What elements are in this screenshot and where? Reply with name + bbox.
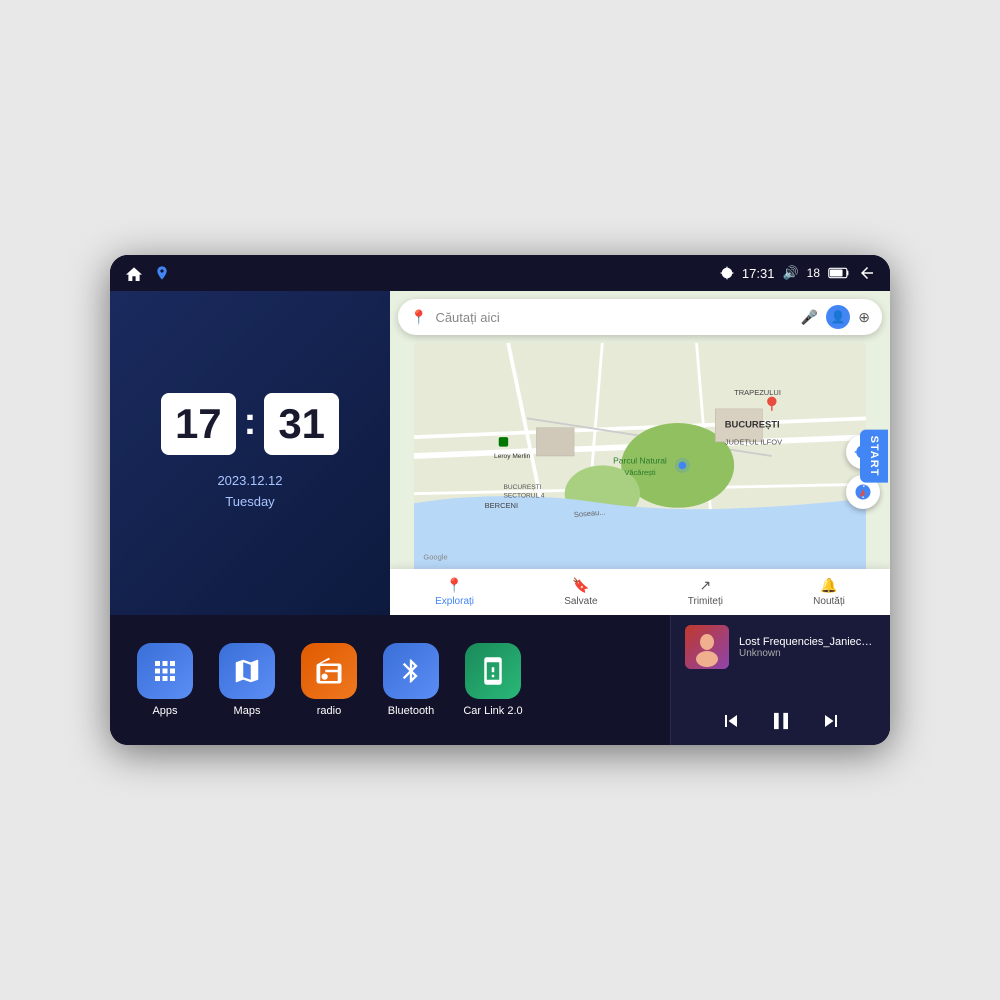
status-right: 17:31 🔊 18 — [720, 265, 876, 281]
apps-symbol-icon — [150, 656, 180, 686]
clock-day-text: Tuesday — [217, 492, 282, 513]
clock-date: 2023.12.12 Tuesday — [217, 471, 282, 513]
svg-text:SECTORUL 4: SECTORUL 4 — [503, 492, 544, 499]
app-icon-carlink[interactable]: Car Link 2.0 — [458, 643, 528, 717]
map-nav-saved-label: Salvate — [564, 596, 597, 607]
battery-level: 18 — [807, 266, 820, 280]
carlink-icon-box — [465, 643, 521, 699]
music-info: Lost Frequencies_Janieck Devy-... Unknow… — [685, 625, 876, 669]
map-nav-explore[interactable]: 📍 Explorați — [435, 577, 474, 607]
gps-icon — [720, 266, 734, 280]
music-player: Lost Frequencies_Janieck Devy-... Unknow… — [670, 615, 890, 745]
mic-icon[interactable]: 🎤 — [801, 309, 818, 326]
svg-text:JUDEȚUL ILFOV: JUDEȚUL ILFOV — [725, 438, 782, 447]
saved-icon: 🔖 — [572, 577, 589, 594]
map-bottom-bar: 📍 Explorați 🔖 Salvate ↗ Trimiteți 🔔 — [390, 569, 890, 615]
home-icon[interactable] — [124, 265, 144, 281]
bluetooth-symbol-icon — [397, 657, 425, 685]
next-button[interactable] — [819, 709, 843, 733]
start-navigation-button[interactable]: START — [860, 430, 888, 483]
svg-text:Văcărești: Văcărești — [624, 468, 656, 477]
play-pause-button[interactable] — [767, 707, 795, 735]
clock-widget: 17 : 31 2023.12.12 Tuesday — [110, 291, 390, 615]
news-icon: 🔔 — [820, 577, 837, 594]
map-nav-send[interactable]: ↗ Trimiteți — [688, 577, 723, 607]
music-details: Lost Frequencies_Janieck Devy-... Unknow… — [739, 636, 876, 659]
screen: 17:31 🔊 18 — [110, 255, 890, 745]
clock-minute: 31 — [278, 400, 325, 447]
layers-icon[interactable]: ⊕ — [858, 309, 870, 326]
map-nav-news-label: Noutăți — [813, 596, 845, 607]
device-frame: 17:31 🔊 18 — [110, 255, 890, 745]
svg-text:Parcul Natural: Parcul Natural — [613, 456, 667, 466]
main-content: 17 : 31 2023.12.12 Tuesday — [110, 291, 890, 745]
maps-symbol-icon — [232, 656, 262, 686]
status-bar: 17:31 🔊 18 — [110, 255, 890, 291]
explore-icon: 📍 — [446, 577, 463, 594]
carlink-symbol-icon — [478, 656, 508, 686]
battery-icon — [828, 267, 850, 279]
music-title: Lost Frequencies_Janieck Devy-... — [739, 636, 876, 648]
radio-label: radio — [317, 705, 341, 717]
clock-colon: : — [244, 401, 257, 444]
clock-minute-block: 31 — [264, 393, 339, 455]
upper-section: 17 : 31 2023.12.12 Tuesday — [110, 291, 890, 615]
bluetooth-icon-box — [383, 643, 439, 699]
status-left — [124, 264, 170, 282]
map-svg: Soseau... Parcul Natural Văcărești Googl… — [390, 343, 890, 569]
music-thumbnail — [685, 625, 729, 669]
map-search-placeholder[interactable]: Căutați aici — [435, 310, 792, 325]
apps-icon-box — [137, 643, 193, 699]
music-artist: Unknown — [739, 648, 876, 659]
map-search-pin-icon: 📍 — [410, 309, 427, 326]
map-content-area: Soseau... Parcul Natural Văcărești Googl… — [390, 343, 890, 569]
map-nav-explore-label: Explorați — [435, 596, 474, 607]
clock-display: 17 : 31 — [161, 393, 339, 455]
map-pin-icon — [154, 264, 170, 282]
svg-text:BERCENI: BERCENI — [485, 501, 518, 510]
svg-text:TRAPEZULUI: TRAPEZULUI — [734, 388, 781, 397]
svg-text:BUCUREȘTI: BUCUREȘTI — [725, 419, 780, 430]
time-display: 17:31 — [742, 266, 775, 281]
radio-icon-box — [301, 643, 357, 699]
app-icon-radio[interactable]: radio — [294, 643, 364, 717]
account-icon[interactable]: 👤 — [826, 305, 850, 329]
map-search-bar[interactable]: 📍 Căutați aici 🎤 👤 ⊕ — [398, 299, 882, 335]
app-icon-bluetooth[interactable]: Bluetooth — [376, 643, 446, 717]
apps-label: Apps — [152, 705, 177, 717]
svg-text:BUCUREȘTI: BUCUREȘTI — [503, 484, 541, 491]
app-icons-area: Apps Maps — [110, 615, 670, 745]
map-nav-saved[interactable]: 🔖 Salvate — [564, 577, 597, 607]
music-controls — [685, 707, 876, 735]
map-search-icons: 🎤 👤 ⊕ — [801, 305, 870, 329]
app-icon-apps[interactable]: Apps — [130, 643, 200, 717]
prev-button[interactable] — [719, 709, 743, 733]
lower-section: Apps Maps — [110, 615, 890, 745]
clock-hour: 17 — [175, 400, 222, 447]
radio-symbol-icon — [314, 656, 344, 686]
carlink-label: Car Link 2.0 — [463, 705, 522, 717]
back-icon[interactable] — [858, 265, 876, 281]
app-icon-maps[interactable]: Maps — [212, 643, 282, 717]
map-widget[interactable]: 📍 Căutați aici 🎤 👤 ⊕ — [390, 291, 890, 615]
send-icon: ↗ — [699, 577, 711, 594]
svg-text:Leroy Merlin: Leroy Merlin — [494, 453, 531, 460]
maps-icon-box — [219, 643, 275, 699]
map-nav-send-label: Trimiteți — [688, 596, 723, 607]
volume-icon: 🔊 — [782, 265, 798, 281]
map-nav-news[interactable]: 🔔 Noutăți — [813, 577, 845, 607]
clock-hour-block: 17 — [161, 393, 236, 455]
maps-label: Maps — [234, 705, 261, 717]
clock-date-text: 2023.12.12 — [217, 471, 282, 492]
bluetooth-label: Bluetooth — [388, 705, 434, 717]
svg-text:Google: Google — [423, 553, 447, 562]
